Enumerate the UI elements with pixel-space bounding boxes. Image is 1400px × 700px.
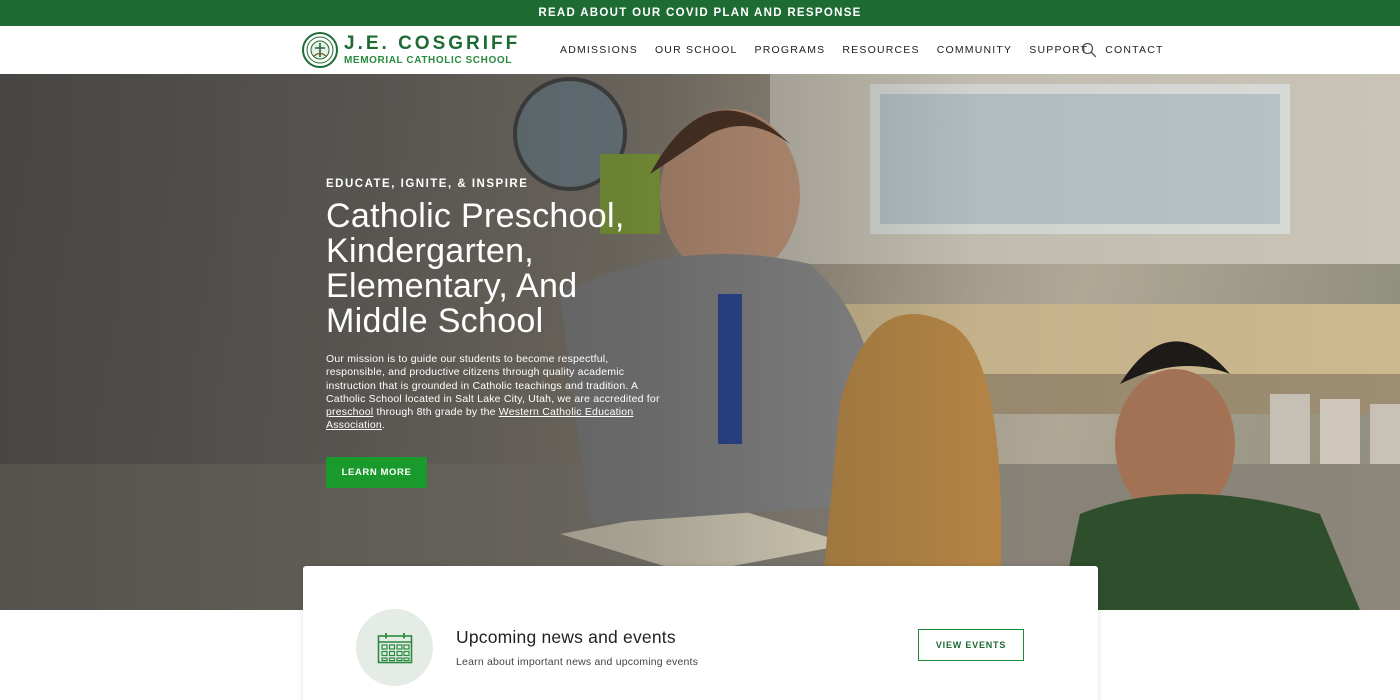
calendar-icon-circle: [356, 609, 433, 686]
mission-text: .: [381, 419, 386, 432]
logo-subtitle: MEMORIAL CATHOLIC SCHOOL: [344, 55, 512, 66]
covid-announcement-link[interactable]: READ ABOUT OUR COVID PLAN AND RESPONSE: [538, 7, 861, 19]
search-icon[interactable]: [1081, 42, 1097, 58]
nav-our-school[interactable]: OUR SCHOOL: [655, 44, 738, 56]
site-header: J.E. COSGRIFF MEMORIAL CATHOLIC SCHOOL A…: [0, 26, 1400, 74]
hero-title-line: Elementary, And: [326, 267, 578, 305]
learn-more-button[interactable]: LEARN MORE: [326, 456, 427, 488]
covid-announcement-bar[interactable]: READ ABOUT OUR COVID PLAN AND RESPONSE: [0, 0, 1400, 26]
hero-overlay: [0, 74, 1400, 610]
preschool-link[interactable]: preschool: [326, 406, 373, 418]
news-events-card: Upcoming news and events Learn about imp…: [303, 566, 1098, 700]
hero-section: EDUCATE, IGNITE, & INSPIRE Catholic Pres…: [0, 74, 1400, 610]
mission-text: Our mission is to guide our students to …: [326, 353, 660, 405]
nav-contact[interactable]: CONTACT: [1105, 44, 1163, 56]
nav-resources[interactable]: RESOURCES: [842, 44, 919, 56]
hero-title-line: Catholic Preschool,: [326, 197, 625, 235]
view-events-button[interactable]: VIEW EVENTS: [918, 629, 1024, 661]
nav-admissions[interactable]: ADMISSIONS: [560, 44, 638, 56]
nav-community[interactable]: COMMUNITY: [937, 44, 1013, 56]
nav-programs[interactable]: PROGRAMS: [755, 44, 826, 56]
mission-statement: Our mission is to guide our students to …: [326, 353, 666, 433]
hero-eyebrow: EDUCATE, IGNITE, & INSPIRE: [326, 178, 529, 190]
nav-support[interactable]: SUPPORT: [1029, 44, 1088, 56]
news-title: Upcoming news and events: [456, 627, 676, 647]
mission-text: through 8th grade by the: [373, 406, 499, 419]
calendar-icon: [377, 632, 412, 663]
news-subtitle: Learn about important news and upcoming …: [456, 656, 699, 668]
hero-title-line: Middle School: [326, 302, 544, 340]
hero-content: EDUCATE, IGNITE, & INSPIRE Catholic Pres…: [326, 178, 666, 488]
hero-title: Catholic Preschool, Kindergarten, Elemen…: [326, 199, 666, 339]
hero-title-line: Kindergarten,: [326, 232, 535, 270]
school-seal-icon: [302, 32, 338, 68]
logo-name: J.E. COSGRIFF: [344, 33, 521, 54]
logo-wordmark: J.E. COSGRIFF MEMORIAL CATHOLIC SCHOOL: [344, 34, 520, 66]
school-logo[interactable]: J.E. COSGRIFF MEMORIAL CATHOLIC SCHOOL: [302, 32, 520, 68]
